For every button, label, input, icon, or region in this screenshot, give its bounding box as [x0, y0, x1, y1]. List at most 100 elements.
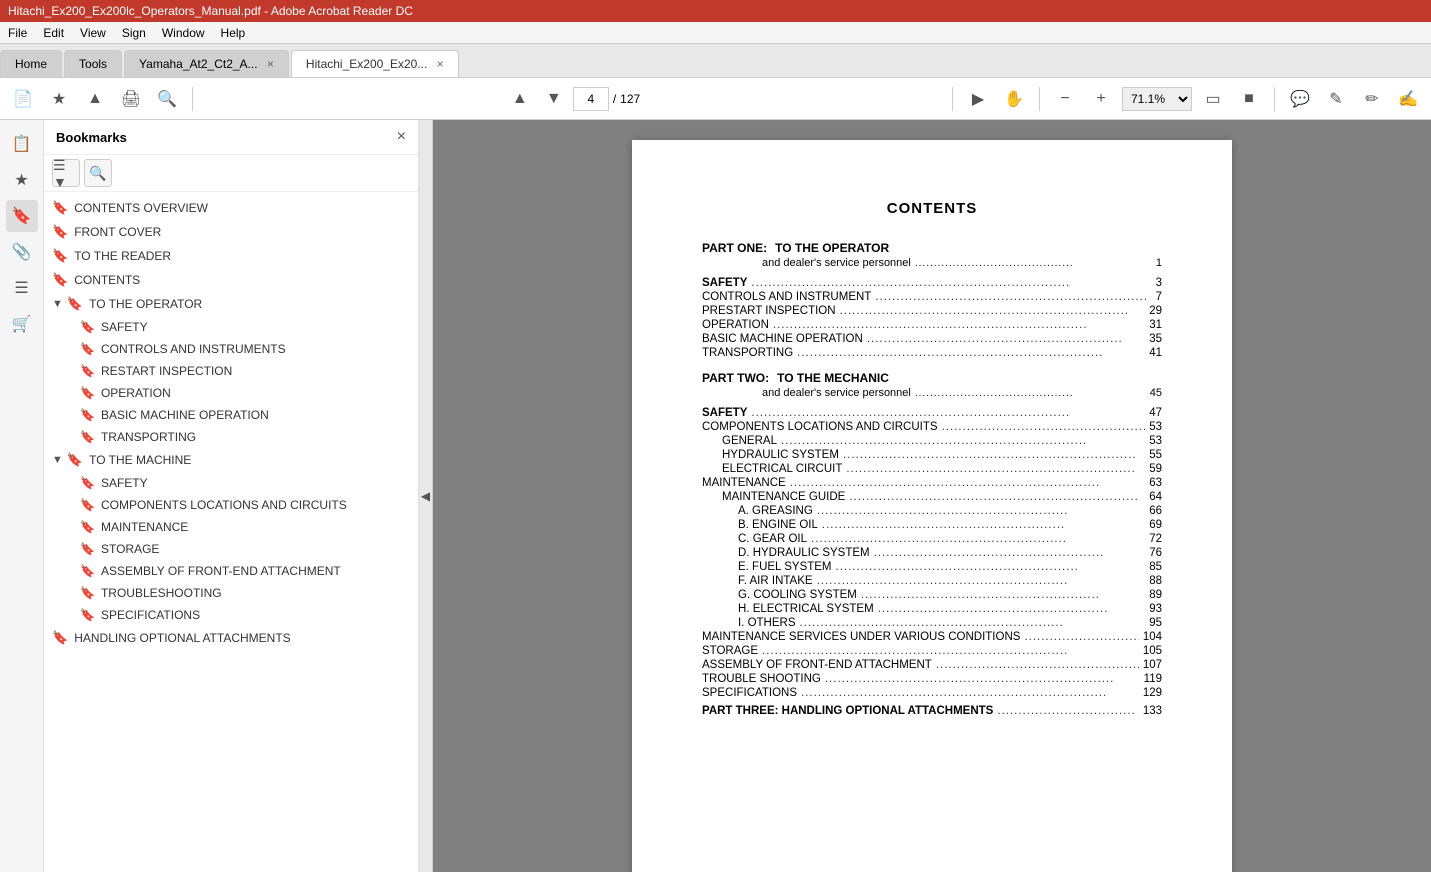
main-area: 📋 ★ 🔖 📎 ☰ 🛒 Bookmarks × ☰ ▼ 🔍 🔖 CONTENTS…: [0, 120, 1431, 872]
menu-view[interactable]: View: [80, 26, 106, 40]
bm-storage[interactable]: 🔖 STORAGE: [44, 538, 418, 560]
toc-greasing: A. GREASING ............................…: [702, 505, 1162, 517]
bm-icon-components: 🔖: [80, 498, 95, 512]
tab-yamaha-close[interactable]: ×: [267, 57, 274, 71]
part-two-sub: and dealer's service personnel .........…: [762, 387, 1162, 399]
bookmarks-title: Bookmarks: [56, 130, 127, 145]
bm-assembly[interactable]: 🔖 ASSEMBLY OF FRONT-END ATTACHMENT: [44, 560, 418, 582]
sidebar-bookmark-icon[interactable]: 🔖: [6, 200, 38, 232]
menu-edit[interactable]: Edit: [43, 26, 64, 40]
menu-window[interactable]: Window: [162, 26, 205, 40]
contents-title: CONTENTS: [702, 200, 1162, 217]
part-one-sublabel: TO THE OPERATOR: [775, 241, 889, 255]
bm-icon-contents-overview: 🔖: [52, 200, 68, 216]
toc-components: COMPONENTS LOCATIONS AND CIRCUITS ......…: [702, 421, 1162, 433]
print-button[interactable]: 🖨: [116, 84, 146, 114]
bm-specifications[interactable]: 🔖 SPECIFICATIONS: [44, 604, 418, 626]
panel-collapse-button[interactable]: ◀: [419, 120, 433, 872]
bm-expand-operator[interactable]: ▼: [52, 298, 63, 310]
bm-to-the-reader[interactable]: 🔖 TO THE READER: [44, 244, 418, 268]
tab-tools[interactable]: Tools: [64, 50, 122, 77]
bm-label-front-cover: FRONT COVER: [74, 225, 161, 239]
cursor-tool[interactable]: ▶: [963, 84, 993, 114]
bm-transporting[interactable]: 🔖 TRANSPORTING: [44, 426, 418, 448]
upload-button[interactable]: ▲: [80, 84, 110, 114]
sidebar-tags-icon[interactable]: 🛒: [6, 308, 38, 340]
bm-troubleshooting[interactable]: 🔖 TROUBLESHOOTING: [44, 582, 418, 604]
toc-maintenance-guide: MAINTENANCE GUIDE ......................…: [702, 491, 1162, 503]
tab-yamaha[interactable]: Yamaha_At2_Ct2_A... ×: [124, 50, 289, 77]
toc-prestart: PRESTART INSPECTION ....................…: [702, 305, 1162, 317]
bookmark-toolbar-btn[interactable]: ★: [44, 84, 74, 114]
fit-width-button[interactable]: ■: [1234, 84, 1264, 114]
page-number-input[interactable]: 4: [573, 87, 609, 111]
bm-to-the-operator[interactable]: ▼ 🔖 TO THE OPERATOR: [44, 292, 418, 316]
bookmarks-close-button[interactable]: ×: [397, 128, 406, 146]
bookmarks-menu-btn[interactable]: ☰ ▼: [52, 159, 80, 187]
bm-maintenance[interactable]: 🔖 MAINTENANCE: [44, 516, 418, 538]
bm-operation[interactable]: 🔖 OPERATION: [44, 382, 418, 404]
bm-controls-instruments[interactable]: 🔖 CONTROLS AND INSTRUMENTS: [44, 338, 418, 360]
bm-to-the-machine[interactable]: ▼ 🔖 TO THE MACHINE: [44, 448, 418, 472]
toc-electrical-circuit: ELECTRICAL CIRCUIT .....................…: [702, 463, 1162, 475]
bm-label-assembly: ASSEMBLY OF FRONT-END ATTACHMENT: [101, 564, 341, 578]
part-one-label: PART ONE:: [702, 241, 767, 255]
bm-handling-optional[interactable]: 🔖 HANDLING OPTIONAL ATTACHMENTS: [44, 626, 418, 650]
zoom-out-button[interactable]: −: [1050, 84, 1080, 114]
bm-icon-basic-machine: 🔖: [80, 408, 95, 422]
new-button[interactable]: 📄: [8, 84, 38, 114]
bm-safety-1[interactable]: 🔖 SAFETY: [44, 316, 418, 338]
sign-button[interactable]: ✍: [1393, 84, 1423, 114]
bm-label-safety-2: SAFETY: [101, 476, 148, 490]
bm-icon-contents: 🔖: [52, 272, 68, 288]
bm-label-maintenance: MAINTENANCE: [101, 520, 188, 534]
bm-basic-machine[interactable]: 🔖 BASIC MACHINE OPERATION: [44, 404, 418, 426]
bm-icon-safety-2: 🔖: [80, 476, 95, 490]
prev-page-button[interactable]: ▲: [505, 84, 535, 114]
bm-label-storage: STORAGE: [101, 542, 159, 556]
hand-tool[interactable]: ✋: [999, 84, 1029, 114]
tab-hitachi[interactable]: Hitachi_Ex200_Ex20... ×: [291, 50, 459, 77]
zoom-select[interactable]: 71.1% 50% 75% 100% 125% 150%: [1122, 87, 1192, 111]
next-page-button[interactable]: ▼: [539, 84, 569, 114]
highlight-button[interactable]: ✎: [1321, 84, 1351, 114]
bm-safety-2[interactable]: 🔖 SAFETY: [44, 472, 418, 494]
menu-help[interactable]: Help: [221, 26, 246, 40]
bm-label-restart: RESTART INSPECTION: [101, 364, 232, 378]
page-separator: /: [613, 92, 616, 106]
zoom-in-button[interactable]: +: [1086, 84, 1116, 114]
toolbar-sep3: [1039, 87, 1040, 111]
search-button[interactable]: 🔍: [152, 84, 182, 114]
part-one-sub: and dealer's service personnel .........…: [762, 257, 1162, 269]
tab-home[interactable]: Home: [0, 50, 62, 77]
bookmarks-search-btn[interactable]: 🔍: [84, 159, 112, 187]
bm-contents-overview[interactable]: 🔖 CONTENTS OVERVIEW: [44, 196, 418, 220]
toc-safety-2: SAFETY .................................…: [702, 407, 1162, 419]
toc-specifications: SPECIFICATIONS .........................…: [702, 687, 1162, 699]
draw-button[interactable]: ✏: [1357, 84, 1387, 114]
sidebar-paperclip-icon[interactable]: 📎: [6, 236, 38, 268]
bm-components[interactable]: 🔖 COMPONENTS LOCATIONS AND CIRCUITS: [44, 494, 418, 516]
bm-label-contents: CONTENTS: [74, 273, 140, 287]
bm-front-cover[interactable]: 🔖 FRONT COVER: [44, 220, 418, 244]
toc-trouble-shooting: TROUBLE SHOOTING .......................…: [702, 673, 1162, 685]
sidebar-layers-icon[interactable]: ☰: [6, 272, 38, 304]
tab-hitachi-close[interactable]: ×: [437, 57, 444, 71]
bm-contents[interactable]: 🔖 CONTENTS: [44, 268, 418, 292]
bm-label-to-the-reader: TO THE READER: [74, 249, 171, 263]
menu-file[interactable]: File: [8, 26, 27, 40]
sidebar-copy-icon[interactable]: 📋: [6, 128, 38, 160]
page-total: 127: [620, 92, 640, 106]
fit-page-button[interactable]: ▭: [1198, 84, 1228, 114]
toc-storage: STORAGE ................................…: [702, 645, 1162, 657]
bm-expand-machine[interactable]: ▼: [52, 454, 63, 466]
menu-bar: File Edit View Sign Window Help: [0, 22, 1431, 44]
bm-icon-assembly: 🔖: [80, 564, 95, 578]
menu-sign[interactable]: Sign: [122, 26, 146, 40]
page-navigation: ▲ ▼ 4 / 127: [505, 84, 640, 114]
comment-button[interactable]: 💬: [1285, 84, 1315, 114]
sidebar-star-icon[interactable]: ★: [6, 164, 38, 196]
title-bar: Hitachi_Ex200_Ex200lc_Operators_Manual.p…: [0, 0, 1431, 22]
bm-restart-inspection[interactable]: 🔖 RESTART INSPECTION: [44, 360, 418, 382]
toc-others: I. OTHERS ..............................…: [702, 617, 1162, 629]
